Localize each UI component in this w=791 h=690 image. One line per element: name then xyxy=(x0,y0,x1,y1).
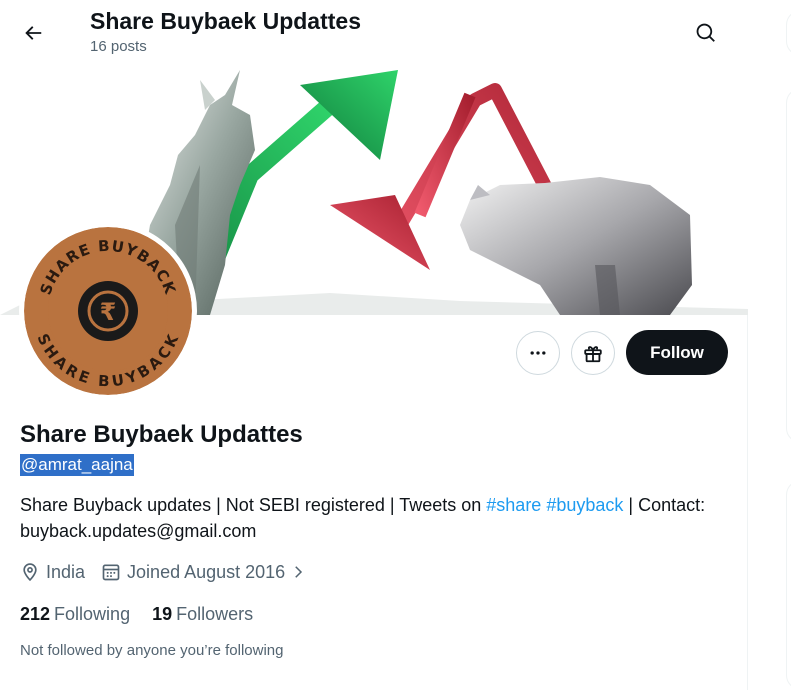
following-link[interactable]: 212 Following xyxy=(20,602,130,626)
rupee-icon: ₹ xyxy=(100,298,117,326)
sidebar-card xyxy=(786,88,791,443)
join-date-text: Joined August 2016 xyxy=(127,561,286,582)
right-sidebar xyxy=(749,0,791,690)
display-name: Share Buybaek Updattes xyxy=(20,421,303,448)
more-button[interactable] xyxy=(516,331,560,375)
profile-column: Share Buybaek Updattes 16 posts SHARE BU… xyxy=(0,0,748,690)
hashtag-share[interactable]: #share xyxy=(486,495,541,515)
gift-icon xyxy=(584,346,602,363)
follow-stats: 212 Following 19 Followers xyxy=(20,602,275,626)
profile-avatar[interactable]: SHARE BUYBACK SHARE BUYBACK ₹ xyxy=(19,222,197,400)
back-button[interactable] xyxy=(13,13,53,53)
not-followed-note: Not followed by anyone you’re following xyxy=(20,642,284,659)
profile-meta: India Joined August 2016 xyxy=(20,559,323,585)
gift-button[interactable] xyxy=(571,331,615,375)
location: India xyxy=(20,562,85,583)
user-handle: @amrat_aajna xyxy=(20,454,134,476)
search-icon xyxy=(696,23,715,42)
sidebar-search-box[interactable] xyxy=(786,10,791,56)
following-count: 212 xyxy=(20,604,51,624)
header-title: Share Buybaek Updattes xyxy=(90,8,361,34)
more-horizontal-icon xyxy=(530,351,546,355)
chevron-right-icon xyxy=(295,566,303,578)
calendar-icon xyxy=(102,564,120,581)
location-pin-icon xyxy=(23,563,37,582)
profile-header: Share Buybaek Updattes 16 posts xyxy=(0,0,748,65)
followers-count: 19 xyxy=(152,604,173,624)
search-button[interactable] xyxy=(686,13,726,53)
avatar-image: SHARE BUYBACK SHARE BUYBACK ₹ xyxy=(24,227,192,395)
header-title-block: Share Buybaek Updattes 16 posts xyxy=(90,6,361,56)
sidebar-card-lower xyxy=(786,480,791,690)
followers-link[interactable]: 19 Followers xyxy=(152,602,253,626)
hashtag-buyback[interactable]: #buyback xyxy=(546,495,623,515)
location-text: India xyxy=(46,561,86,582)
arrow-left-icon xyxy=(25,26,42,40)
following-label: Following xyxy=(54,604,131,624)
followers-label: Followers xyxy=(176,604,254,624)
join-date[interactable]: Joined August 2016 xyxy=(101,562,307,583)
post-count: 16 posts xyxy=(90,38,147,55)
profile-bio: Share Buyback updates | Not SEBI registe… xyxy=(20,492,720,544)
follow-button[interactable]: Follow xyxy=(626,330,728,375)
bio-text: Share Buyback updates | Not SEBI registe… xyxy=(20,495,487,515)
